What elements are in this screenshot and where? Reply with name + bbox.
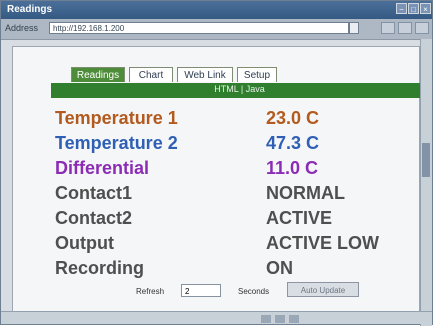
address-dropdown-icon[interactable] [349,22,359,34]
reading-value-contact2: ACTIVE [266,208,333,228]
close-icon[interactable]: × [420,3,431,14]
tab-chart[interactable]: Chart [129,67,173,82]
reading-label-contact2: Contact2 [55,208,133,228]
address-input[interactable]: http://192.168.1.200 [49,22,349,34]
forward-icon[interactable] [398,22,412,34]
reading-label-differential: Differential [55,158,150,178]
reading-value-differential: 11.0 C [266,158,319,178]
view-mode-label[interactable]: HTML | Java [51,84,428,94]
maximize-icon[interactable]: □ [408,3,419,14]
horizontal-scrollbar[interactable] [1,311,432,324]
reading-label-output: Output [55,233,114,253]
reading-value-temperature-1: 23.0 C [266,108,320,128]
address-label: Address [5,23,39,33]
status-segment [261,315,271,323]
reading-label-contact1: Contact1 [55,183,133,203]
address-bar: Address http://192.168.1.200 [1,19,432,40]
window-title: Readings [7,4,53,15]
refresh-input[interactable]: 2 [181,284,221,297]
tab-web-link[interactable]: Web Link [177,67,233,82]
page-content: Readings Chart Web Link Setup HTML | Jav… [12,46,428,313]
tab-readings[interactable]: Readings [71,67,125,82]
scroll-thumb[interactable] [422,143,430,177]
back-icon[interactable] [381,22,395,34]
refresh-label: Refresh [136,287,165,296]
tab-setup[interactable]: Setup [237,67,277,82]
minimize-icon[interactable]: − [396,3,407,14]
seconds-label: Seconds [238,287,270,296]
reading-value-output: ACTIVE LOW [266,233,379,253]
reading-value-recording: ON [266,258,293,278]
reading-label-recording: Recording [55,258,145,278]
refresh-icon[interactable] [415,22,429,34]
reading-value-temperature-2: 47.3 C [266,133,320,153]
auto-update-button[interactable]: Auto Update [287,282,359,297]
reading-label-temperature-1: Temperature 1 [55,108,178,128]
reading-value-contact1: NORMAL [266,183,345,203]
status-segment [275,315,285,323]
vertical-scrollbar[interactable] [420,39,432,326]
browser-window: Readings − □ × Address http://192.168.1.… [0,0,433,326]
title-bar: Readings − □ × [1,1,432,19]
reading-label-temperature-2: Temperature 2 [55,133,178,153]
view-mode-bar: HTML | Java [51,83,428,98]
status-segment [289,315,299,323]
